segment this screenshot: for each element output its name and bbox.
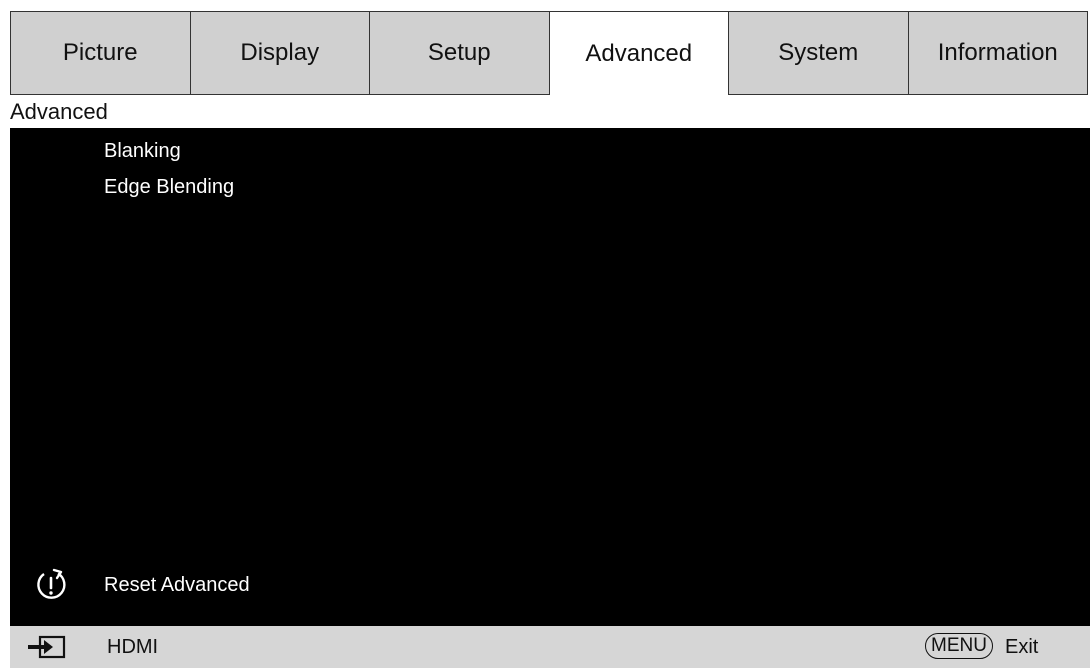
reset-icon: [32, 565, 72, 605]
input-source-label: HDMI: [107, 636, 159, 658]
tab-label: Picture: [62, 39, 138, 66]
tab-picture[interactable]: Picture: [10, 11, 190, 95]
menu-item-blanking[interactable]: Blanking: [104, 140, 181, 163]
exit-label: Exit: [1005, 636, 1039, 658]
tab-label: Information: [937, 39, 1058, 66]
menu-key-badge[interactable]: MENU: [925, 633, 993, 659]
reset-advanced-label: Reset Advanced: [104, 573, 250, 596]
menu-panel: Blanking Edge Blending Reset Advanced: [10, 128, 1090, 626]
tab-system[interactable]: System: [729, 11, 908, 95]
input-source-icon: [26, 635, 66, 659]
status-bar: HDMI MENU Exit: [10, 626, 1090, 668]
tab-label: Display: [240, 39, 320, 66]
tab-display[interactable]: Display: [189, 11, 369, 95]
menu-item-edge-blending[interactable]: Edge Blending: [104, 176, 234, 199]
section-title: Advanced: [10, 98, 108, 124]
tab-label: System: [778, 39, 859, 66]
reset-advanced-button[interactable]: Reset Advanced: [32, 565, 250, 605]
tab-setup[interactable]: Setup: [369, 11, 549, 95]
tab-label: Advanced: [585, 39, 693, 67]
tab-label: Setup: [427, 39, 491, 66]
osd-menu: Picture Display Setup Advanced System In…: [0, 0, 1090, 668]
tab-bar: Picture Display Setup Advanced System In…: [10, 11, 1088, 95]
tab-information[interactable]: Information: [907, 11, 1088, 95]
tab-advanced[interactable]: Advanced: [548, 11, 729, 95]
